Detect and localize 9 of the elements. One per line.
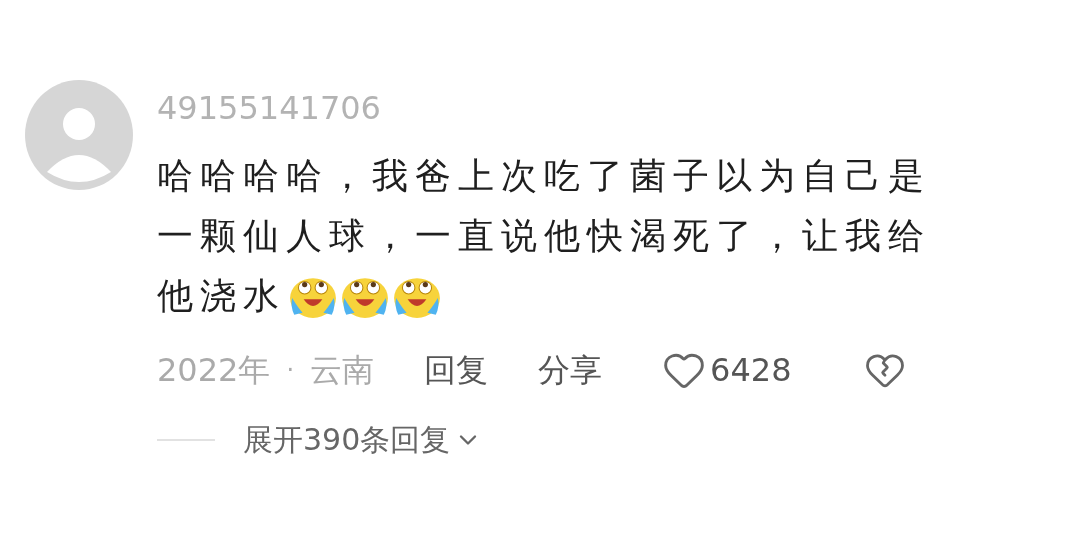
comment-location: 云南 [310, 350, 375, 391]
comment-text: 他浇水 [157, 274, 286, 318]
comment-text: 哈哈哈哈，我爸上次吃了菌子以为自己是 一颗仙人球，一直说他快渴死了，让我给 [157, 154, 931, 258]
comment-time: 2022年 [157, 350, 271, 391]
reply-button[interactable]: 回复 [424, 348, 489, 392]
separator-dot: · [286, 355, 295, 386]
like-count: 6428 [710, 350, 792, 391]
share-button[interactable]: 分享 [538, 348, 603, 392]
expand-replies-button[interactable]: 展开390条回复 [243, 422, 451, 458]
